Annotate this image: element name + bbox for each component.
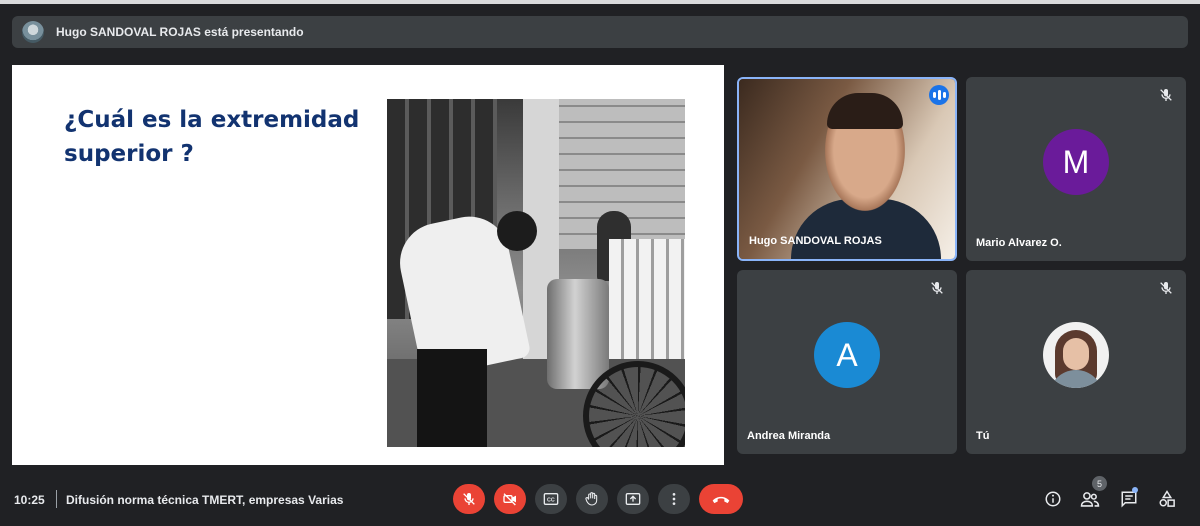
hangup-icon: [712, 496, 730, 504]
participant-tile-self[interactable]: Tú: [966, 270, 1186, 454]
activities-icon: [1159, 490, 1175, 507]
slide-title: ¿Cuál es la extremidad superior ?: [64, 107, 360, 167]
divider: [56, 490, 57, 508]
captions-icon: CC: [543, 493, 559, 505]
presentation-slide: ¿Cuál es la extremidad superior ?: [12, 65, 724, 465]
people-icon: [1080, 492, 1100, 507]
participant-name: Andrea Miranda: [747, 430, 831, 442]
presenter-banner: Hugo SANDOVAL ROJAS está presentando: [12, 16, 1188, 48]
presenter-avatar: [22, 21, 44, 43]
participant-tile-andrea[interactable]: A Andrea Miranda: [737, 270, 957, 454]
captions-button[interactable]: CC: [535, 484, 567, 514]
raise-hand-button[interactable]: [576, 484, 608, 514]
svg-text:CC: CC: [547, 498, 555, 504]
participant-name: Mario Alvarez O.: [976, 237, 1062, 249]
avatar-initial: A: [836, 336, 858, 373]
presenter-banner-text: Hugo SANDOVAL ROJAS está presentando: [56, 25, 304, 39]
more-options-button[interactable]: [658, 484, 690, 514]
avatar: A: [814, 322, 880, 388]
activities-button[interactable]: [1156, 488, 1178, 510]
bottom-toolbar: 10:25 Difusión norma técnica TMERT, empr…: [0, 472, 1200, 526]
participants-count-badge: 5: [1092, 476, 1107, 491]
meeting-details-button[interactable]: [1042, 488, 1064, 510]
mic-off-icon: [1160, 89, 1172, 101]
participant-tile-hugo[interactable]: Hugo SANDOVAL ROJAS: [737, 77, 957, 261]
more-options-icon: [672, 493, 676, 505]
avatar-initial: M: [1062, 143, 1090, 180]
avatar: [1043, 322, 1109, 388]
avatar: M: [1043, 129, 1109, 195]
raise-hand-icon: [585, 492, 598, 506]
mic-off-icon: [931, 282, 943, 294]
participant-name: Tú: [976, 430, 990, 442]
camera-toggle-button[interactable]: [494, 484, 526, 514]
participant-name: Hugo SANDOVAL ROJAS: [749, 235, 882, 247]
mic-off-icon: [463, 493, 475, 505]
speaking-indicator-icon: [929, 85, 949, 105]
mic-off-icon: [1160, 282, 1172, 294]
chat-notification-dot: [1132, 487, 1138, 493]
camera-off-icon: [503, 493, 516, 506]
mic-toggle-button[interactable]: [453, 484, 485, 514]
present-screen-button[interactable]: [617, 484, 649, 514]
slide-photo: [387, 99, 685, 447]
hangup-button[interactable]: [699, 484, 743, 514]
window-top-frame: [0, 0, 1200, 4]
participants-button[interactable]: [1079, 488, 1101, 510]
meeting-title: Difusión norma técnica TMERT, empresas V…: [66, 493, 344, 507]
participant-tile-mario[interactable]: M Mario Alvarez O.: [966, 77, 1186, 261]
info-icon: [1045, 491, 1061, 507]
meeting-clock: 10:25: [14, 493, 45, 507]
present-icon: [625, 493, 641, 505]
